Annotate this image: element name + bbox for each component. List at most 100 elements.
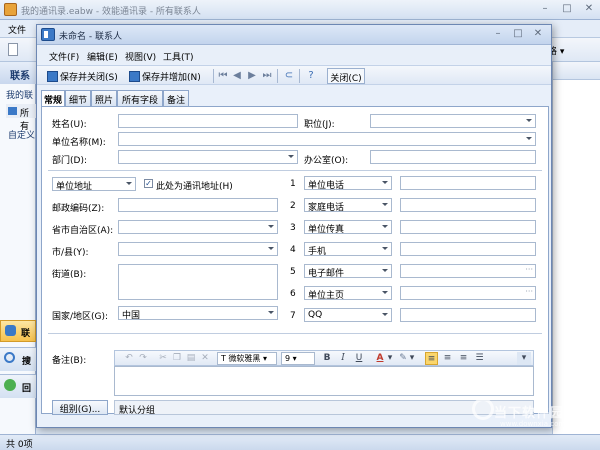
group-button[interactable]: 组别(G)...: [52, 400, 108, 415]
phone-field-4[interactable]: [400, 242, 536, 256]
attachment-icon[interactable]: ⊂: [283, 69, 295, 82]
more-icon[interactable]: ···: [525, 265, 533, 274]
last-record-icon[interactable]: ⏭: [261, 69, 273, 82]
office-label: 办公室(O):: [304, 156, 349, 166]
new-document-icon[interactable]: [8, 43, 18, 56]
mailing-address-checkbox[interactable]: ✓: [144, 179, 153, 188]
toolbar-overflow-icon[interactable]: ▾: [517, 352, 531, 365]
office-field[interactable]: [370, 150, 536, 164]
email-field[interactable]: ···: [400, 264, 536, 278]
bold-button[interactable]: B: [321, 352, 333, 365]
tab-general[interactable]: 常规: [41, 90, 65, 107]
recycle-icon: [4, 379, 16, 391]
menu-edit[interactable]: 编辑(E): [87, 50, 118, 63]
dialog-close-icon[interactable]: ✕: [529, 27, 547, 41]
align-right-icon[interactable]: ≡: [457, 352, 470, 365]
underline-button[interactable]: U: [353, 352, 365, 365]
watermark-logo: [472, 398, 494, 420]
tab-photo[interactable]: 照片: [91, 90, 117, 106]
folder-icon: [8, 107, 17, 115]
address-type-combo[interactable]: 单位地址: [52, 177, 136, 191]
nav-search[interactable]: 搜: [0, 347, 36, 371]
cut-icon[interactable]: ✂: [157, 352, 169, 365]
province-combo[interactable]: [118, 220, 278, 234]
left-pane-my-contacts[interactable]: 我的联: [6, 88, 33, 101]
italic-button[interactable]: I: [337, 352, 349, 365]
minimize-icon[interactable]: –: [536, 2, 554, 16]
right-pane: [552, 62, 600, 434]
first-record-icon[interactable]: ⏮: [217, 69, 229, 82]
format-toolbar: ↶ ↷ ✂ ❐ ▤ ✕ T 微软雅黑 ▾ 9 ▾ B I U A ▾ ✎ ▾ ≡…: [114, 350, 534, 366]
more-icon[interactable]: ···: [525, 287, 533, 296]
dialog-minimize-icon[interactable]: –: [489, 27, 507, 41]
city-label: 市/县(Y):: [52, 248, 89, 258]
homepage-field[interactable]: ···: [400, 286, 536, 300]
phone-type-combo-2[interactable]: 家庭电话: [304, 198, 392, 212]
phone-field-1[interactable]: [400, 176, 536, 190]
phone-type-combo-6[interactable]: 单位主页: [304, 286, 392, 300]
delete-icon[interactable]: ✕: [199, 352, 211, 365]
name-field[interactable]: [118, 114, 298, 128]
highlight-icon[interactable]: ✎: [397, 352, 409, 365]
nav-recycle[interactable]: 回: [0, 374, 36, 398]
copy-icon[interactable]: ❐: [171, 352, 183, 365]
qq-field[interactable]: [400, 308, 536, 322]
bullet-list-icon[interactable]: ☰: [473, 352, 486, 365]
section-divider: [48, 333, 542, 334]
phone-type-combo-3[interactable]: 单位传真: [304, 220, 392, 234]
watermark-text: 当下软件园: [494, 406, 565, 421]
dialog-maximize-icon[interactable]: □: [509, 27, 527, 41]
chevron-down-icon: [382, 269, 388, 272]
close-button[interactable]: 关闭(C): [327, 68, 365, 84]
status-text: 共 0项: [6, 440, 33, 450]
save-close-button[interactable]: 保存并关闭(S): [47, 68, 118, 84]
chevron-down-icon: [288, 155, 294, 158]
phone-num-1: 1: [290, 179, 296, 189]
font-color-button[interactable]: A: [373, 352, 387, 365]
street-textarea[interactable]: [118, 264, 278, 300]
close-icon[interactable]: ✕: [580, 2, 598, 16]
tab-notes[interactable]: 备注: [163, 90, 189, 106]
chevron-down-icon[interactable]: ▾: [387, 352, 393, 365]
left-pane-custom[interactable]: 自定义: [8, 128, 35, 141]
phone-type-combo-5[interactable]: 电子邮件: [304, 264, 392, 278]
menu-view[interactable]: 视图(V): [125, 50, 156, 63]
main-menu-file[interactable]: 文件: [8, 23, 26, 36]
tab-details[interactable]: 细节: [65, 90, 91, 106]
chevron-down-icon: [526, 119, 532, 122]
notes-textarea[interactable]: [114, 366, 534, 396]
postcode-label: 邮政编码(Z):: [52, 204, 105, 214]
tab-all-fields[interactable]: 所有字段: [117, 90, 163, 106]
save-add-button[interactable]: 保存并增加(N): [129, 68, 201, 84]
redo-icon[interactable]: ↷: [137, 352, 149, 365]
phone-num-2: 2: [290, 201, 296, 211]
undo-icon[interactable]: ↶: [123, 352, 135, 365]
font-size-combo[interactable]: 9 ▾: [281, 352, 315, 365]
company-label: 单位名称(M):: [52, 138, 106, 148]
menu-tools[interactable]: 工具(T): [163, 50, 194, 63]
font-family-combo[interactable]: T 微软雅黑 ▾: [217, 352, 277, 365]
paste-icon[interactable]: ▤: [185, 352, 197, 365]
align-left-icon[interactable]: ≡: [425, 352, 438, 365]
nav-contacts[interactable]: 联: [0, 320, 36, 342]
column-header[interactable]: [553, 62, 600, 80]
left-pane-all-contacts[interactable]: 所有: [6, 104, 36, 132]
phone-type-combo-1[interactable]: 单位电话: [304, 176, 392, 190]
phone-field-3[interactable]: [400, 220, 536, 234]
country-combo[interactable]: 中国: [118, 306, 278, 320]
department-combo[interactable]: [118, 150, 298, 164]
chevron-down-icon[interactable]: ▾: [409, 352, 415, 365]
city-combo[interactable]: [118, 242, 278, 256]
position-combo[interactable]: [370, 114, 536, 128]
postcode-field[interactable]: [118, 198, 278, 212]
phone-type-combo-7[interactable]: QQ: [304, 308, 392, 322]
align-center-icon[interactable]: ≡: [441, 352, 454, 365]
phone-field-2[interactable]: [400, 198, 536, 212]
phone-type-combo-4[interactable]: 手机: [304, 242, 392, 256]
help-icon[interactable]: ?: [305, 69, 317, 82]
company-combo[interactable]: [118, 132, 536, 146]
next-record-icon[interactable]: ▶: [246, 69, 258, 82]
menu-file[interactable]: 文件(F): [49, 50, 79, 63]
previous-record-icon[interactable]: ◀: [231, 69, 243, 82]
maximize-icon[interactable]: □: [558, 2, 576, 16]
